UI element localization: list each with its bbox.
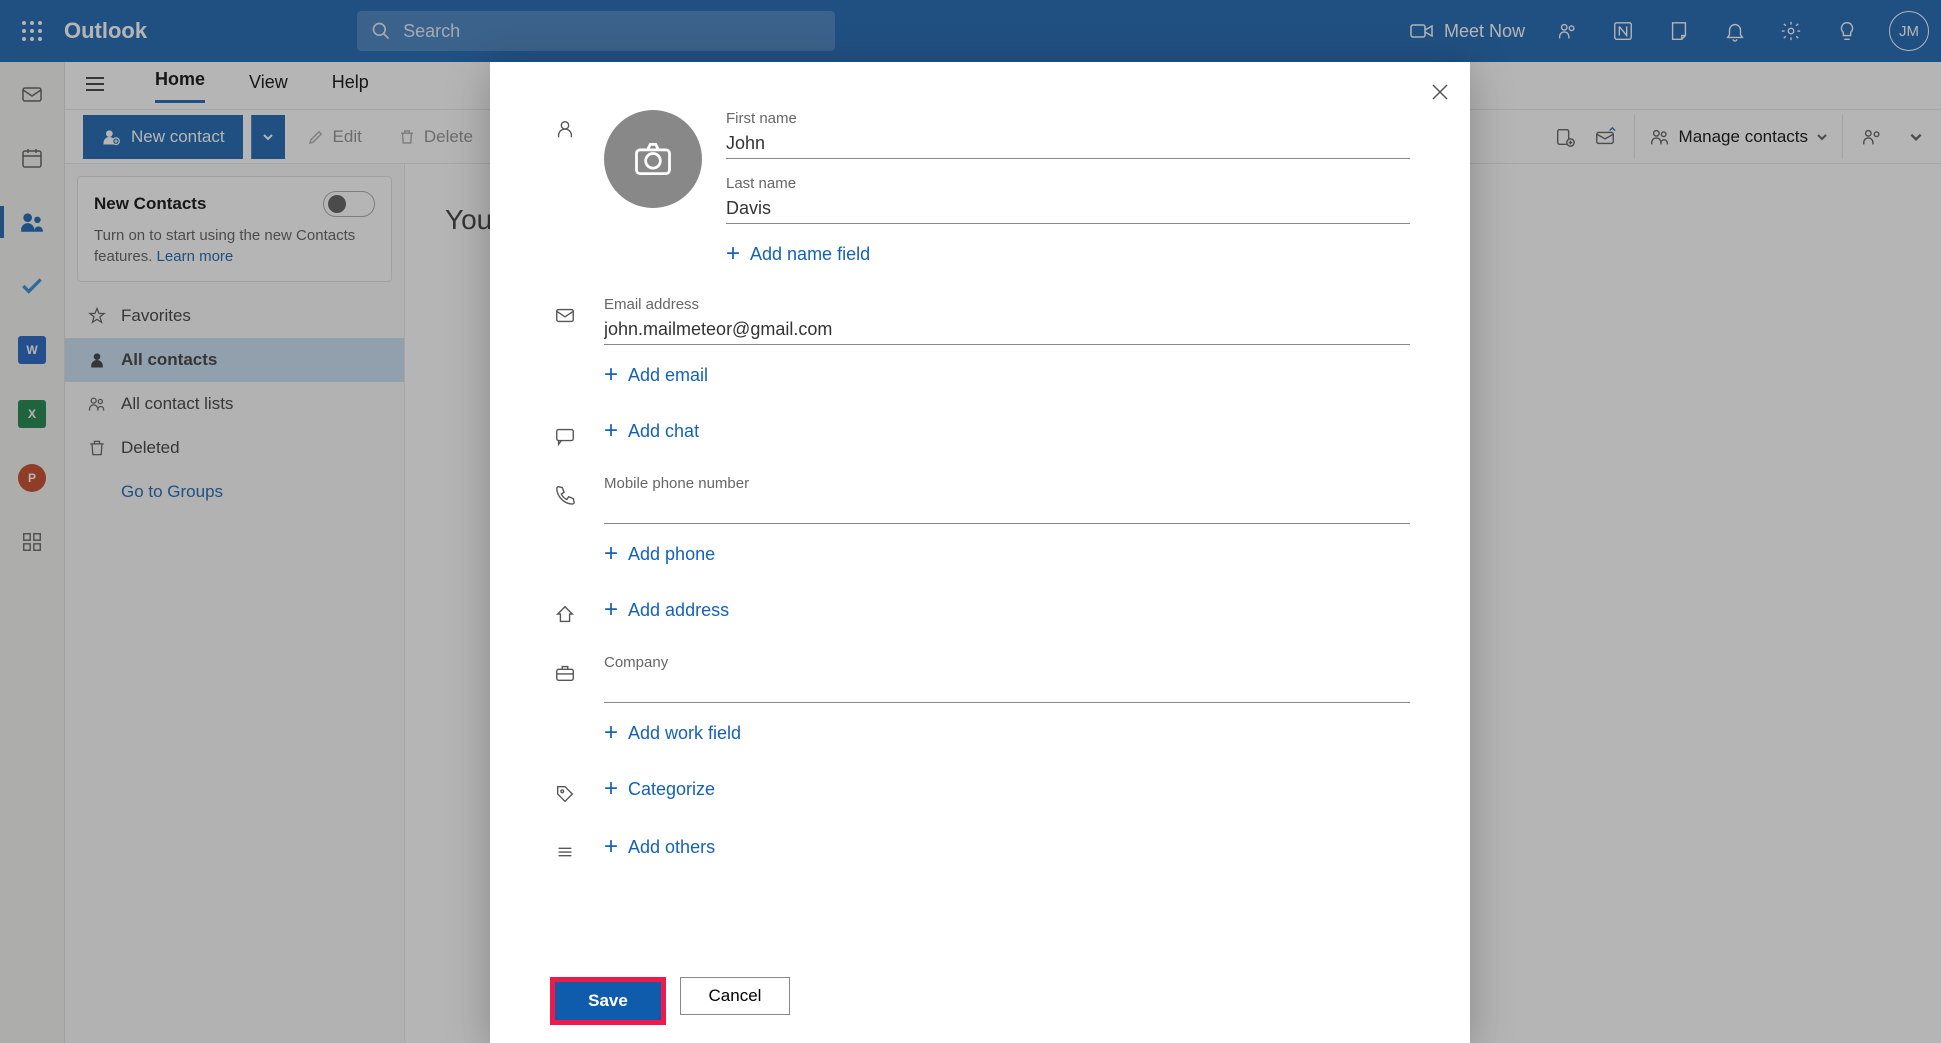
company-input[interactable] [604,673,1410,703]
tag-icon [554,783,576,805]
add-others-button[interactable]: +Add others [604,833,1410,861]
add-chat-button[interactable]: +Add chat [604,417,1410,445]
briefcase-icon [554,662,576,684]
phone-label: Mobile phone number [604,475,1410,492]
add-phone-button[interactable]: +Add phone [604,540,1410,568]
last-name-label: Last name [726,175,1410,192]
first-name-label: First name [726,110,1410,127]
first-name-input[interactable] [726,129,1410,159]
last-name-input[interactable] [726,194,1410,224]
plus-icon: + [726,240,740,268]
save-button[interactable]: Save [555,982,661,1020]
plus-icon: + [604,540,618,568]
mail-icon [554,304,576,326]
camera-icon [631,137,675,181]
location-icon [554,604,576,626]
person-icon [554,118,576,140]
add-address-button[interactable]: +Add address [604,596,1410,624]
new-contact-modal: First name Last name +Add name field [490,62,1470,1043]
save-highlight-annotation: Save [550,977,666,1025]
add-email-button[interactable]: +Add email [604,361,1410,389]
phone-input[interactable] [604,494,1410,524]
categorize-button[interactable]: +Categorize [604,775,1410,803]
phone-icon [554,483,576,505]
email-input[interactable] [604,315,1410,345]
company-label: Company [604,654,1410,671]
cancel-button[interactable]: Cancel [680,977,790,1015]
notes-icon [554,841,576,863]
plus-icon: + [604,719,618,747]
close-icon [1431,83,1449,101]
plus-icon: + [604,596,618,624]
add-photo-button[interactable] [604,110,702,208]
chat-icon [554,425,576,447]
plus-icon: + [604,417,618,445]
add-work-field-button[interactable]: +Add work field [604,719,1410,747]
add-name-field-button[interactable]: +Add name field [726,240,1410,268]
close-button[interactable] [1424,76,1456,108]
plus-icon: + [604,833,618,861]
email-label: Email address [604,296,1410,313]
plus-icon: + [604,361,618,389]
plus-icon: + [604,775,618,803]
